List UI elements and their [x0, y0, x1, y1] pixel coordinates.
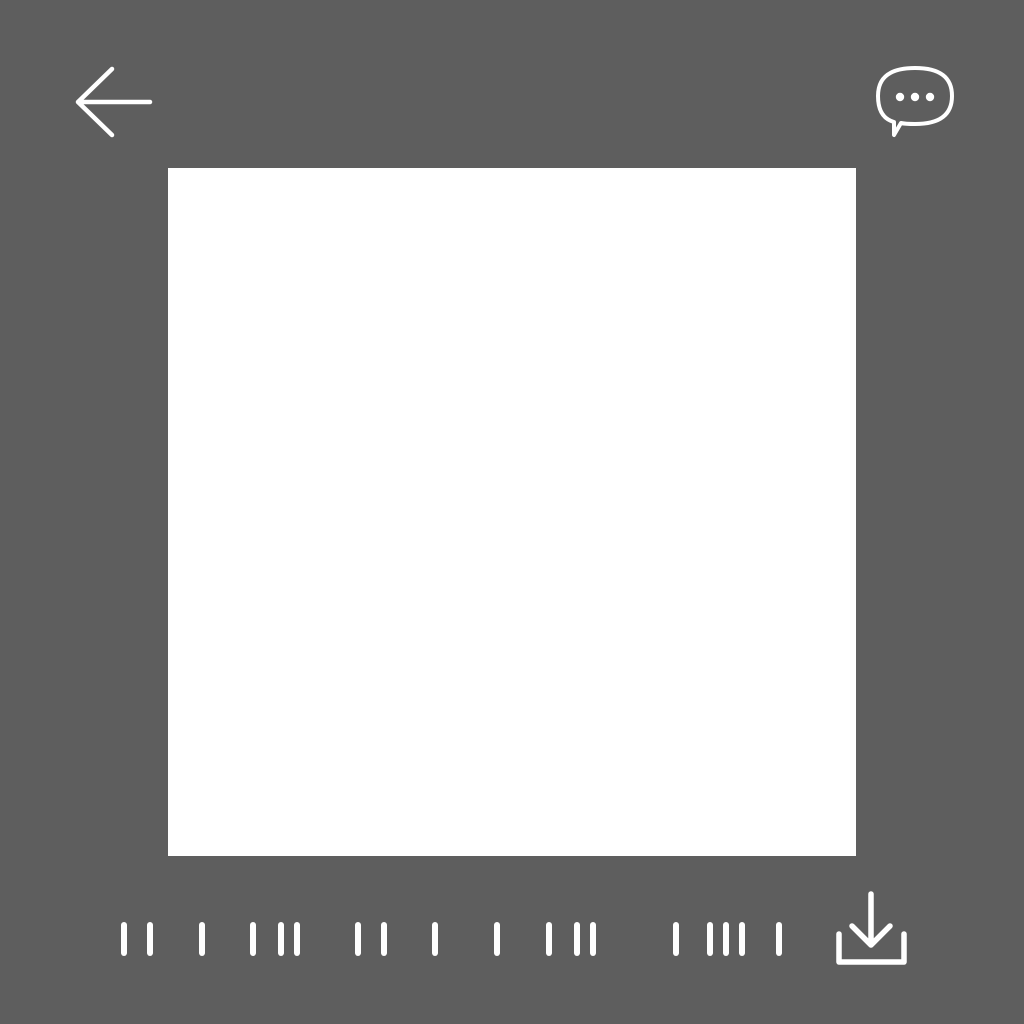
comment-button[interactable] — [870, 62, 960, 142]
download-button[interactable] — [828, 886, 914, 970]
back-button[interactable] — [70, 64, 156, 140]
image-viewer-screen — [0, 0, 1024, 1024]
download-icon — [836, 891, 907, 965]
barcode-icon — [121, 922, 782, 956]
arrow-left-icon — [75, 66, 153, 138]
chat-bubble-ellipsis-icon — [876, 66, 954, 137]
barcode — [110, 915, 800, 963]
image-preview[interactable] — [168, 168, 856, 856]
